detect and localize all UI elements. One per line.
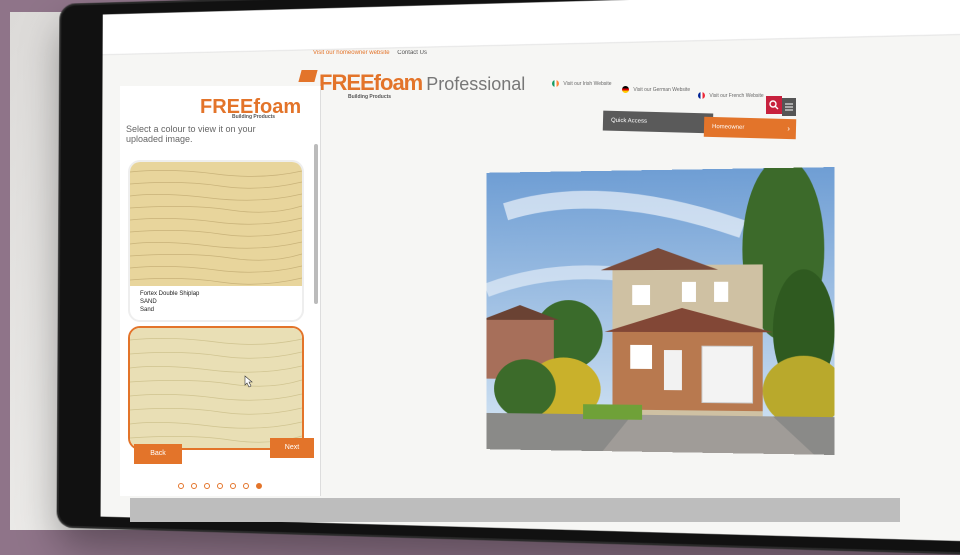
german-website-link[interactable]: Visit our German Website [622, 86, 690, 93]
logo-flame-icon [298, 70, 318, 82]
search-icon [769, 100, 779, 110]
page-dot[interactable] [243, 483, 249, 489]
pagination-dots [178, 476, 269, 494]
menu-icon [785, 103, 793, 111]
swatch-card-selected[interactable] [128, 326, 304, 450]
page-dot[interactable] [230, 483, 236, 489]
contact-us-link[interactable]: Contact Us [397, 50, 427, 56]
swatch-card-sand[interactable]: Fortex Double Shiplap SAND Sand [128, 160, 304, 322]
freefoam-logo[interactable]: FREEfoam Professional Building Products [298, 70, 525, 100]
cream-texture-swatch [130, 328, 302, 448]
instruction-text: Select a colour to view it on your uploa… [126, 124, 256, 144]
german-flag-icon [622, 86, 629, 93]
page-dot-active[interactable] [256, 483, 262, 489]
back-button[interactable]: Back [134, 444, 182, 464]
irish-website-link[interactable]: Visit our Irish Website [552, 80, 612, 87]
page-dot[interactable] [191, 483, 197, 489]
homeowner-website-link[interactable]: Visit our homeowner website [313, 50, 390, 56]
colour-sidebar: FREEfoam Building Products Select a colo… [120, 86, 321, 496]
top-links: Visit our homeowner website Contact Us [313, 50, 433, 56]
french-flag-icon [698, 92, 705, 99]
uploaded-house-image [486, 167, 835, 455]
page-dot[interactable] [217, 483, 223, 489]
quick-access-button[interactable]: Quick Access› [602, 110, 714, 134]
french-website-link[interactable]: Visit our French Website [698, 92, 764, 99]
swatch-label: Fortex Double Shiplap SAND Sand [140, 291, 200, 313]
homeowner-button[interactable]: Homeowner › [703, 116, 797, 140]
irish-flag-icon [552, 80, 559, 87]
sidebar-scrollbar[interactable] [314, 144, 318, 304]
website-topbar [102, 0, 960, 56]
search-button[interactable] [766, 96, 782, 114]
monitor-bottom-bar [130, 498, 900, 522]
page-dot[interactable] [178, 483, 184, 489]
sidebar-logo-sub: Building Products [232, 114, 276, 120]
next-button[interactable]: Next [270, 438, 314, 458]
page-dot[interactable] [204, 483, 210, 489]
menu-button[interactable] [782, 98, 796, 116]
chevron-right-icon: › [787, 123, 791, 134]
